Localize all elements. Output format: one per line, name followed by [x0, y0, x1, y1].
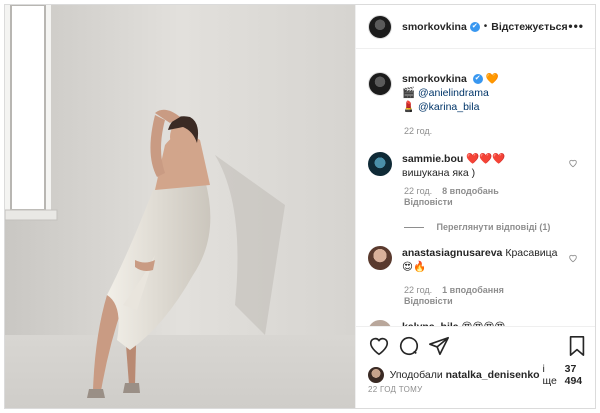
comment-likes[interactable]: 1 вподобання — [442, 285, 504, 295]
post-timestamp: 22 ГОД ТОМУ — [368, 385, 423, 394]
heart-emoji: 🧡 — [485, 73, 499, 85]
post-header: smorkovkina ✔ • Відстежується ••• — [356, 5, 595, 49]
liker-username[interactable]: natalka_denisenko — [446, 369, 540, 381]
commenter-username[interactable]: sammie.bou — [402, 153, 463, 165]
view-replies-button[interactable]: Переглянути відповіді (1) — [404, 222, 550, 232]
liker-avatar[interactable] — [368, 367, 384, 383]
like-comment-icon[interactable] — [568, 158, 578, 168]
comment-likes[interactable]: 8 вподобань — [442, 186, 499, 196]
view-replies-label[interactable]: Переглянути відповіді (1) — [437, 222, 551, 232]
caption-text: smorkovkina ✔ 🧡 🎬 @anielindrama 💄 @karin… — [402, 72, 499, 114]
post-actions: Уподобали natalka_denisenko і ще 37 494 … — [356, 326, 595, 408]
post-sidebar: smorkovkina ✔ • Відстежується ••• smorko… — [355, 5, 595, 408]
comment-text: anastasiagnusareva Красавица 😍🔥 — [402, 246, 562, 274]
reply-button[interactable]: Відповісти — [404, 296, 453, 306]
commenter-username[interactable]: anastasiagnusareva — [402, 247, 502, 259]
following-button[interactable]: Відстежується — [491, 21, 567, 33]
instagram-post: smorkovkina ✔ • Відстежується ••• smorko… — [4, 4, 596, 409]
caption-time: 22 год. — [404, 126, 433, 136]
comment-time: 22 год. — [404, 285, 433, 295]
share-icon[interactable] — [428, 335, 450, 357]
comment-icon[interactable] — [398, 335, 420, 357]
author-username[interactable]: smorkovkina — [402, 21, 467, 33]
comment-item: sammie.bou ❤️❤️❤️вишукана яка ) — [368, 152, 552, 180]
comment-text: sammie.bou ❤️❤️❤️вишукана яка ) — [402, 152, 552, 180]
like-comment-icon[interactable] — [568, 253, 578, 263]
more-options-icon[interactable]: ••• — [568, 19, 584, 33]
caption: smorkovkina ✔ 🧡 🎬 @anielindrama 💄 @karin… — [368, 72, 499, 114]
bookmark-icon[interactable] — [566, 335, 588, 357]
post-photo[interactable] — [5, 5, 355, 408]
likes-summary: Уподобали natalka_denisenko і ще 37 494 — [368, 363, 595, 387]
comment-meta: 22 год. 8 вподобань — [404, 186, 499, 196]
likes-count[interactable]: 37 494 — [565, 363, 595, 387]
comment-emojis: 😍🔥 — [402, 261, 427, 273]
reply-button[interactable]: Відповісти — [404, 197, 453, 207]
photo-illustration — [5, 5, 355, 408]
verified-badge-icon: ✔ — [469, 21, 480, 32]
header-separator: • — [483, 21, 488, 32]
like-icon[interactable] — [368, 335, 390, 357]
caption-username[interactable]: smorkovkina — [402, 73, 467, 85]
commenter-avatar[interactable] — [368, 246, 392, 270]
comment-reply-wrap: Відповісти — [404, 197, 453, 207]
comment-time: 22 год. — [404, 186, 433, 196]
likes-prefix: Уподобали — [389, 369, 443, 381]
comment-item: anastasiagnusareva Красавица 😍🔥 — [368, 246, 562, 274]
caption-avatar[interactable] — [368, 72, 392, 96]
author-avatar[interactable] — [368, 14, 392, 39]
lipstick-emoji: 💄 — [402, 101, 416, 113]
commenter-avatar[interactable] — [368, 152, 392, 176]
clapper-emoji: 🎬 — [402, 87, 416, 99]
comment-body: Красавица — [505, 247, 558, 259]
likes-middle: і ще — [542, 363, 557, 387]
comment-reply-wrap: Відповісти — [404, 296, 453, 306]
replies-line — [404, 227, 424, 229]
verified-badge-icon: ✔ — [472, 74, 483, 85]
comment-meta: 22 год. 1 вподобання — [404, 285, 504, 295]
mention-link[interactable]: @anielindrama — [418, 87, 489, 99]
comments-list: smorkovkina ✔ 🧡 🎬 @anielindrama 💄 @karin… — [356, 50, 595, 326]
mention-link[interactable]: @karina_bila — [418, 101, 479, 113]
